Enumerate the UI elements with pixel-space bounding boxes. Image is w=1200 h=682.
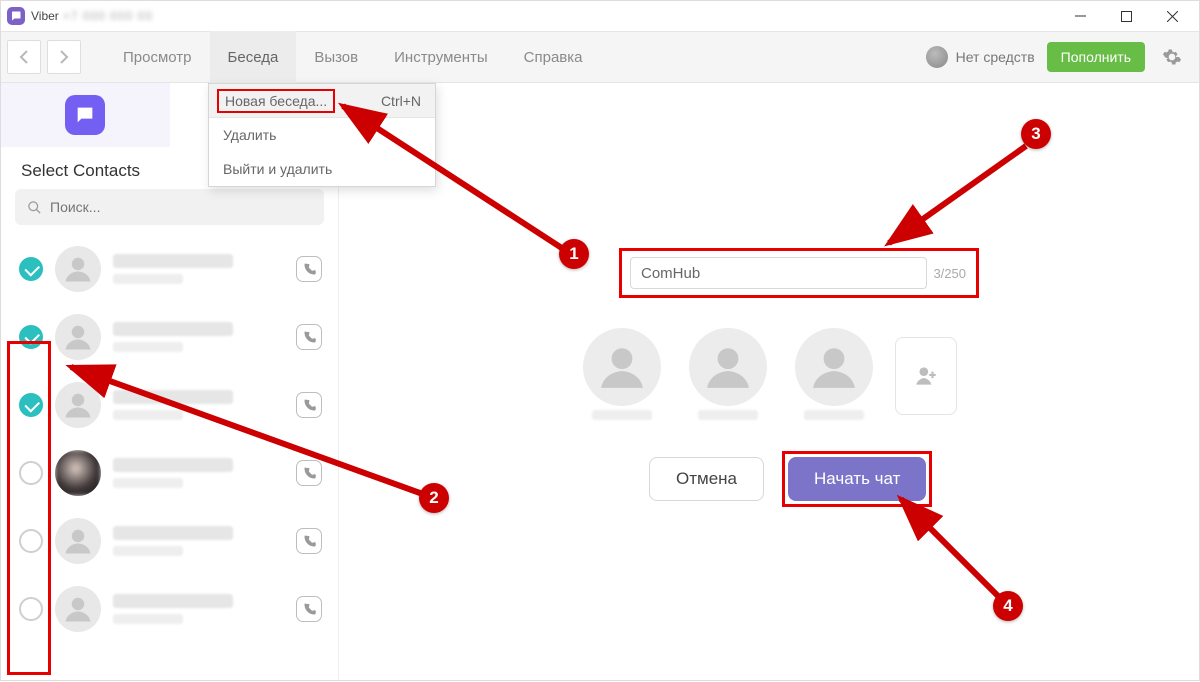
contact-row[interactable]: [1, 575, 338, 643]
contact-row[interactable]: [1, 439, 338, 507]
contact-list: [1, 235, 338, 643]
annotation-badge-3: 3: [1021, 119, 1051, 149]
contact-info: [113, 458, 284, 488]
contact-avatar: [55, 314, 101, 360]
contact-info: [113, 254, 284, 284]
member-avatar: [683, 328, 773, 423]
contact-checkbox[interactable]: [19, 393, 43, 417]
contact-avatar: [55, 450, 101, 496]
annotation-badge-4: 4: [993, 591, 1023, 621]
balance-display: Нет средств: [926, 46, 1035, 68]
contact-row[interactable]: [1, 235, 338, 303]
group-name-field-wrapper: 3/250: [619, 248, 979, 298]
menu-delete[interactable]: Удалить: [209, 118, 435, 152]
contact-avatar: [55, 382, 101, 428]
contact-row[interactable]: [1, 507, 338, 575]
menubar: Просмотр Беседа Вызов Инструменты Справк…: [1, 31, 1199, 83]
window-title: Viber+7 000 000 00: [31, 9, 153, 23]
shortcut-label: Ctrl+N: [381, 93, 421, 109]
member-avatar: [577, 328, 667, 423]
contact-row[interactable]: [1, 303, 338, 371]
start-chat-button[interactable]: Начать чат: [788, 457, 926, 501]
search-icon: [27, 200, 42, 215]
chat-menu-dropdown: Новая беседа... Ctrl+N Удалить Выйти и у…: [208, 83, 436, 187]
annotation-box-start: Начать чат: [782, 451, 932, 507]
main-panel: 3/250 Отмена Начать чат: [339, 83, 1199, 680]
contact-row[interactable]: [1, 371, 338, 439]
user-avatar-icon: [926, 46, 948, 68]
menu-tools[interactable]: Инструменты: [376, 31, 506, 83]
nav-forward-button[interactable]: [47, 40, 81, 74]
search-input[interactable]: [50, 199, 312, 215]
contact-avatar: [55, 586, 101, 632]
menu-chat[interactable]: Беседа: [210, 31, 297, 83]
topup-button[interactable]: Пополнить: [1047, 42, 1145, 72]
contact-info: [113, 594, 284, 624]
viber-logo-icon: [7, 7, 25, 25]
nav-back-button[interactable]: [7, 40, 41, 74]
viber-call-icon[interactable]: [296, 596, 322, 622]
menu-call[interactable]: Вызов: [296, 31, 376, 83]
char-counter: 3/250: [933, 266, 968, 281]
viber-call-icon[interactable]: [296, 256, 322, 282]
contact-checkbox[interactable]: [19, 325, 43, 349]
menu-view[interactable]: Просмотр: [105, 31, 210, 83]
contact-info: [113, 526, 284, 556]
chat-icon: [65, 95, 105, 135]
annotation-badge-1: 1: [559, 239, 589, 269]
annotation-badge-2: 2: [419, 483, 449, 513]
contact-info: [113, 322, 284, 352]
member-avatar: [789, 328, 879, 423]
settings-button[interactable]: [1155, 40, 1189, 74]
contact-checkbox[interactable]: [19, 461, 43, 485]
contact-avatar: [55, 518, 101, 564]
cancel-button[interactable]: Отмена: [649, 457, 764, 501]
maximize-button[interactable]: [1103, 1, 1149, 31]
viber-call-icon[interactable]: [296, 460, 322, 486]
menu-help[interactable]: Справка: [506, 31, 601, 83]
menu-new-chat[interactable]: Новая беседа... Ctrl+N: [209, 84, 435, 118]
minimize-button[interactable]: [1057, 1, 1103, 31]
viber-call-icon[interactable]: [296, 392, 322, 418]
menu-leave-delete[interactable]: Выйти и удалить: [209, 152, 435, 186]
selected-members-row: [577, 328, 957, 423]
search-field[interactable]: [15, 189, 324, 225]
viber-call-icon[interactable]: [296, 528, 322, 554]
contact-checkbox[interactable]: [19, 529, 43, 553]
contact-avatar: [55, 246, 101, 292]
contact-checkbox[interactable]: [19, 257, 43, 281]
contact-checkbox[interactable]: [19, 597, 43, 621]
contact-info: [113, 390, 284, 420]
window-titlebar: Viber+7 000 000 00: [1, 1, 1199, 31]
group-name-input[interactable]: [630, 257, 927, 289]
viber-call-icon[interactable]: [296, 324, 322, 350]
add-member-button[interactable]: [895, 337, 957, 415]
tab-chats[interactable]: [1, 83, 170, 147]
close-button[interactable]: [1149, 1, 1195, 31]
